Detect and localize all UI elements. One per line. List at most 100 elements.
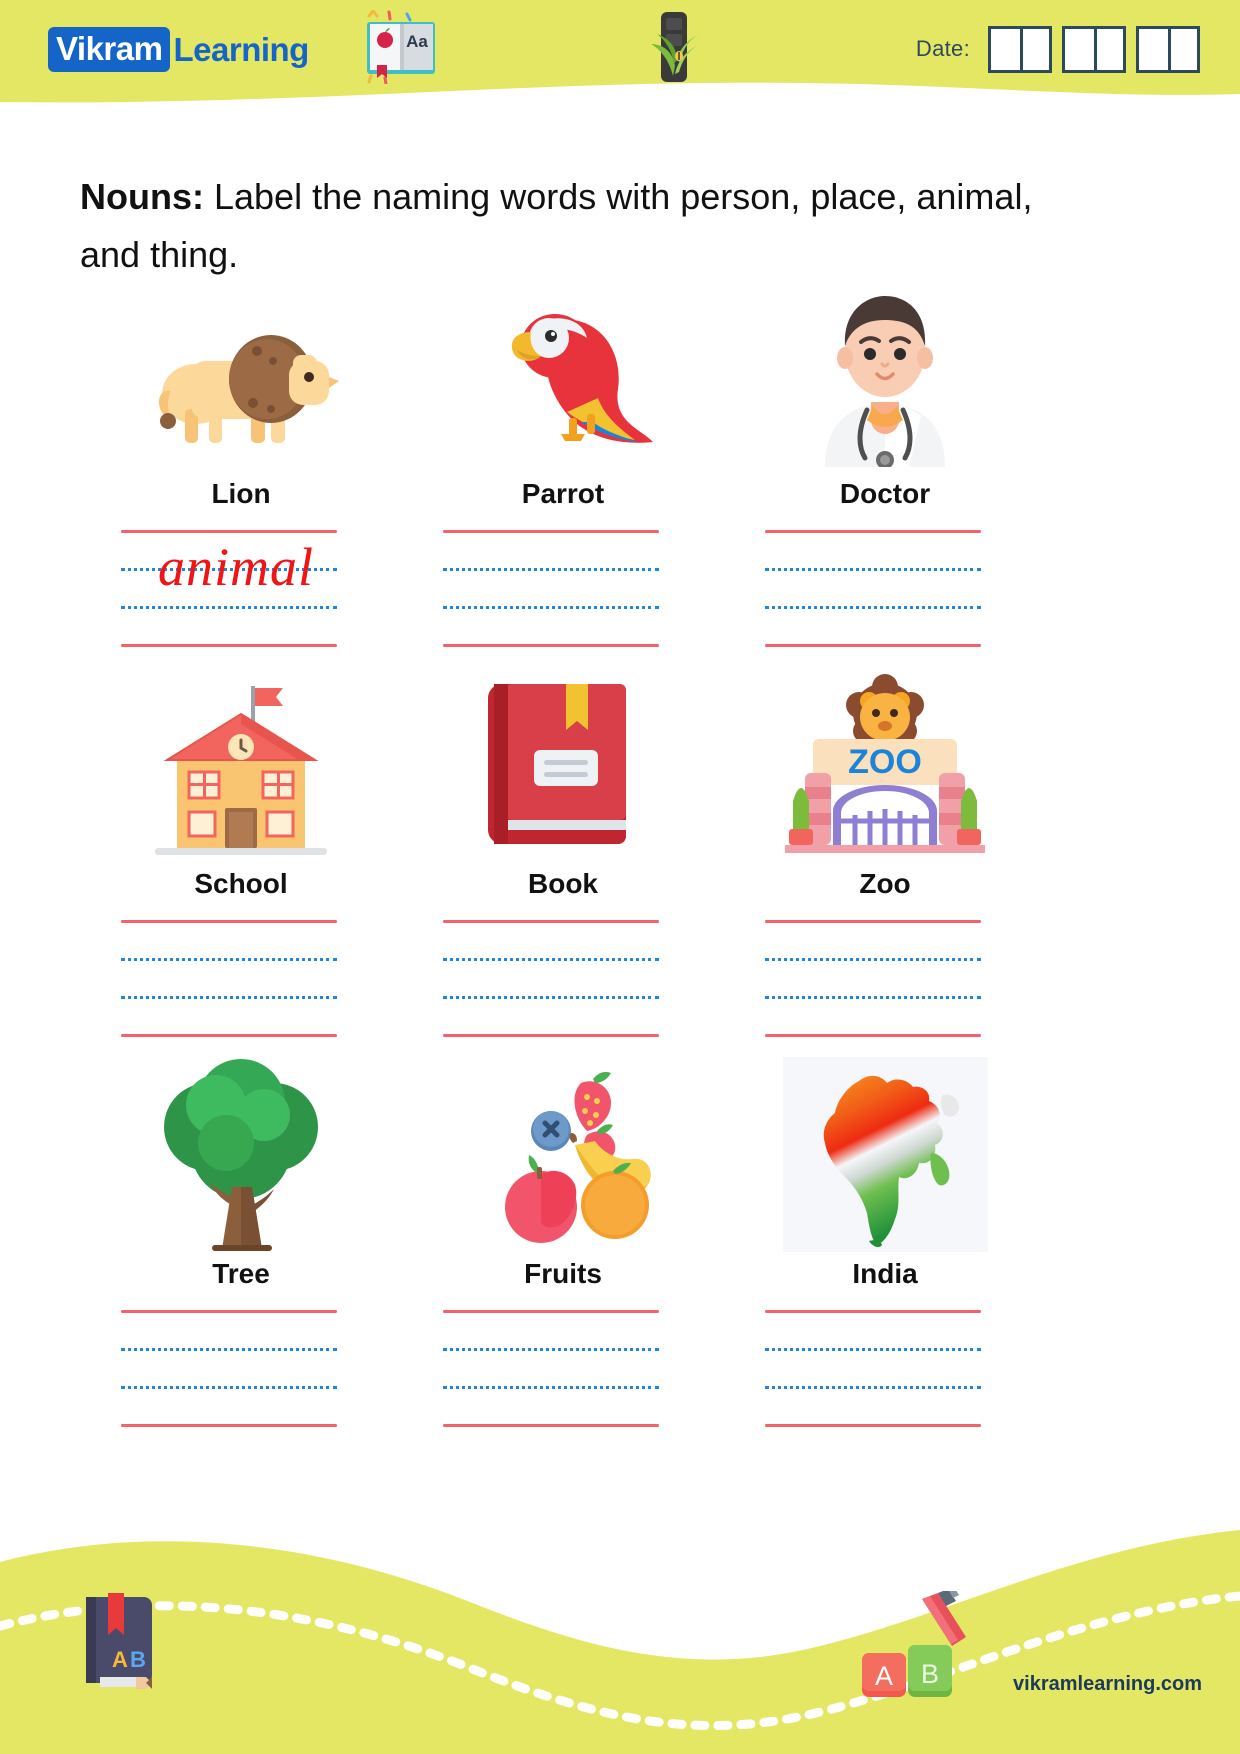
rule-line-top (121, 530, 337, 533)
noun-cell-school: School (80, 664, 402, 1054)
lion-icon (80, 274, 402, 474)
writing-lines[interactable] (765, 530, 981, 652)
rule-line-dotted (443, 606, 659, 609)
ab-blocks-pencil-icon: A B (852, 1587, 972, 1706)
zoo-entrance-icon: ZOO (724, 664, 1046, 864)
rule-line-dotted (765, 958, 981, 961)
rule-line-top (443, 920, 659, 923)
writing-lines[interactable] (443, 1310, 659, 1432)
title-keyword: Nouns: (80, 176, 204, 217)
date-cell[interactable] (991, 28, 1020, 70)
open-book-icon: Aa (359, 8, 443, 89)
noun-label: Doctor (839, 478, 931, 509)
noun-cell-zoo: ZOO Zoo (724, 664, 1046, 1054)
date-cell[interactable] (1139, 28, 1168, 70)
date-cell[interactable] (1094, 28, 1123, 70)
plant-in-pot-icon (639, 4, 711, 95)
noun-cell-doctor: Doctor (724, 274, 1046, 664)
rule-line-dotted (765, 1386, 981, 1389)
handwritten-answer: animal (157, 537, 314, 597)
doctor-icon (724, 274, 1046, 474)
book-icon (402, 664, 724, 864)
footer-wave-band (0, 1530, 1240, 1754)
noun-cell-india: India (724, 1054, 1046, 1444)
noun-label: Zoo (859, 868, 911, 899)
rule-line-top (121, 1310, 337, 1313)
logo-badge: Vikram (48, 26, 171, 72)
date-field[interactable]: Date: (915, 25, 1200, 73)
fruits-icon (402, 1054, 724, 1254)
noun-cell-lion: Lion animal (80, 274, 402, 664)
rule-line-dotted (121, 1386, 337, 1389)
worksheet-page: Vikram Learning Aa Date: Nouns: Label th… (0, 0, 1240, 1754)
rule-line-dotted (443, 1386, 659, 1389)
book-letter-b: B (130, 1647, 146, 1672)
writing-lines[interactable] (765, 920, 981, 1042)
rule-line-bottom (121, 644, 337, 647)
closed-book-pencil-icon: A B (78, 1589, 168, 1694)
writing-lines[interactable] (443, 530, 659, 652)
india-map-icon (724, 1054, 1046, 1254)
svg-text:Aa: Aa (406, 32, 428, 51)
school-icon (80, 664, 402, 864)
rule-line-bottom (765, 1424, 981, 1427)
rule-line-dotted (443, 996, 659, 999)
date-cell[interactable] (1065, 28, 1094, 70)
date-cell[interactable] (1168, 28, 1197, 70)
noun-cell-tree: Tree (80, 1054, 402, 1444)
rule-line-dotted (765, 606, 981, 609)
page-header: Vikram Learning Aa Date: (0, 0, 1240, 118)
date-label: Date: (915, 36, 970, 61)
date-cell[interactable] (1020, 28, 1049, 70)
date-pair-month[interactable] (1062, 25, 1126, 73)
logo-badge-text: Vikram (56, 29, 163, 67)
block-letter-b: B (921, 1659, 939, 1689)
noun-label: Lion (211, 478, 271, 509)
noun-label: Fruits (524, 1258, 602, 1289)
rule-line-dotted (765, 568, 981, 571)
writing-lines[interactable]: animal (121, 530, 337, 652)
rule-line-dotted (121, 606, 337, 609)
noun-cell-parrot: Parrot (402, 274, 724, 664)
noun-label: School (194, 868, 288, 899)
rule-line-dotted (443, 568, 659, 571)
title-instruction: Label the naming words with person, plac… (80, 176, 1033, 276)
rule-line-bottom (765, 644, 981, 647)
parrot-icon (402, 274, 724, 474)
rule-line-dotted (443, 1348, 659, 1351)
rule-line-top (765, 920, 981, 923)
page-footer: A B A B vikramlearning.com (0, 1454, 1240, 1754)
footer-website[interactable]: vikramlearning.com (1013, 1673, 1202, 1696)
rule-line-dotted (765, 1348, 981, 1351)
noun-label: Book (528, 868, 598, 899)
noun-label: India (852, 1258, 918, 1289)
page-title: Nouns: Label the naming words with perso… (80, 168, 1080, 285)
tree-icon (80, 1054, 402, 1254)
rule-line-dotted (121, 996, 337, 999)
writing-lines[interactable] (443, 920, 659, 1042)
book-letter-a: A (112, 1647, 128, 1672)
block-letter-a: A (875, 1661, 893, 1691)
zoo-sign-text: ZOO (848, 743, 922, 781)
rule-line-bottom (443, 644, 659, 647)
rule-line-bottom (765, 1034, 981, 1037)
rule-line-top (765, 530, 981, 533)
rule-line-dotted (765, 996, 981, 999)
noun-label: Tree (212, 1258, 270, 1289)
brand-logo[interactable]: Vikram Learning (48, 26, 309, 72)
writing-lines[interactable] (121, 920, 337, 1042)
rule-line-dotted (121, 958, 337, 961)
rule-line-top (443, 1310, 659, 1313)
writing-lines[interactable] (765, 1310, 981, 1432)
rule-line-bottom (121, 1424, 337, 1427)
noun-cell-fruits: Fruits (402, 1054, 724, 1444)
logo-word-text: Learning (173, 30, 309, 68)
noun-label: Parrot (521, 478, 605, 509)
date-pair-year[interactable] (1136, 25, 1200, 73)
rule-line-dotted (121, 1348, 337, 1351)
writing-lines[interactable] (121, 1310, 337, 1432)
date-pair-day[interactable] (988, 25, 1052, 73)
noun-grid: Lion animal Parrot Doctor School Book ZO… (80, 274, 1160, 1444)
rule-line-top (765, 1310, 981, 1313)
rule-line-bottom (443, 1034, 659, 1037)
